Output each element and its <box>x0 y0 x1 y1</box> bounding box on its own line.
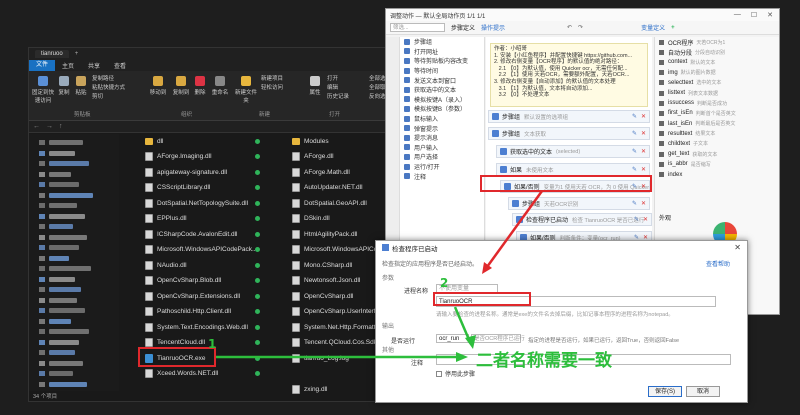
annotation-label-2: 2 <box>440 276 449 290</box>
arrow-head-exe <box>456 352 468 362</box>
annotation-arrows <box>216 190 544 362</box>
arrow-process-to-note <box>453 306 472 343</box>
annotation-note: 二者名称需要一致 <box>476 351 612 371</box>
annotation-label-1: 1 <box>208 337 217 351</box>
arrow-step-to-dialog <box>485 190 544 268</box>
